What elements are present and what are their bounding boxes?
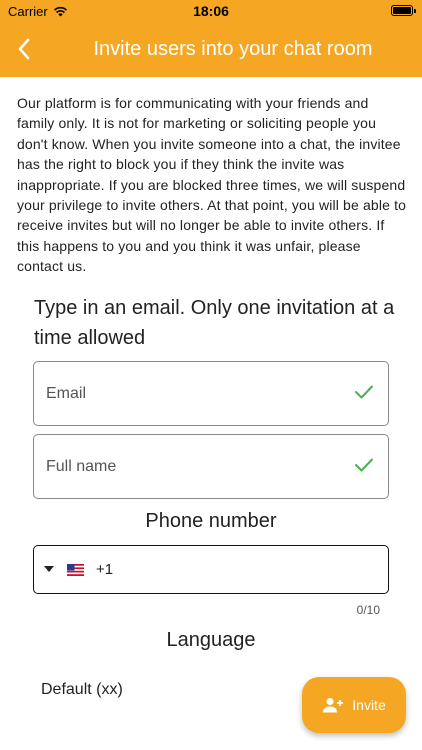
phone-input[interactable]	[124, 558, 374, 582]
email-field[interactable]: Email	[33, 361, 389, 426]
check-icon	[355, 385, 373, 399]
country-dropdown-icon[interactable]	[44, 566, 54, 572]
platform-notice: Our platform is for communicating with y…	[17, 95, 407, 275]
app-bar: Invite users into your chat room	[0, 22, 422, 77]
page-title: Invite users into your chat room	[93, 38, 373, 60]
full-name-placeholder: Full name	[46, 458, 117, 475]
back-button[interactable]	[10, 34, 38, 64]
language-label: Language	[166, 629, 256, 651]
invite-button-label: Invite	[352, 697, 386, 713]
phone-number-label: Phone number	[145, 510, 277, 532]
chevron-left-icon	[18, 38, 30, 60]
email-placeholder: Email	[46, 385, 87, 402]
country-code: +1	[96, 561, 114, 578]
clock: 18:06	[193, 3, 229, 19]
battery-icon	[391, 5, 416, 16]
us-flag-icon[interactable]	[67, 564, 84, 576]
phone-character-counter: 0/10	[356, 603, 380, 617]
email-instruction: Type in an email. Only one invitation at…	[34, 297, 395, 349]
invite-button[interactable]: Invite	[302, 677, 406, 733]
language-selector[interactable]: Default (xx)	[41, 681, 123, 699]
phone-number-field[interactable]: +1	[33, 545, 389, 594]
check-icon	[355, 458, 373, 472]
status-bar: Carrier 18:06	[0, 0, 422, 22]
full-name-field[interactable]: Full name	[33, 434, 389, 499]
person-add-icon	[323, 698, 344, 713]
